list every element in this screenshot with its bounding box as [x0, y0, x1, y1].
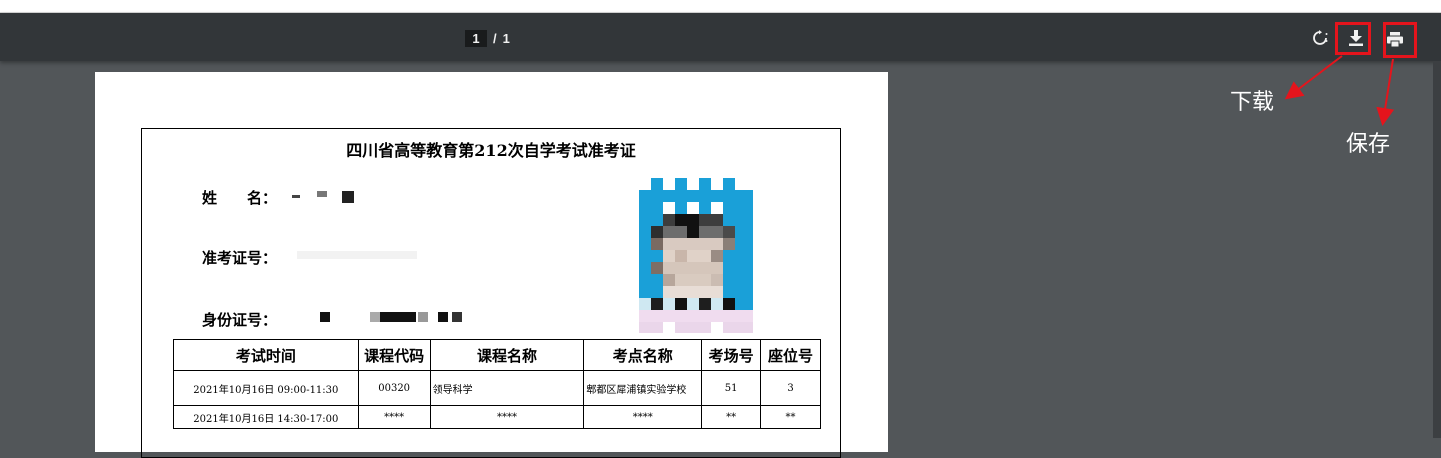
browser-top-strip: [0, 0, 1441, 13]
table-header-row: 考试时间 课程代码 课程名称 考点名称 考场号 座位号: [173, 339, 821, 371]
name-redacted-pixel: [317, 191, 327, 197]
id-redacted-pixel: [418, 312, 428, 322]
id-redacted-pixel: [452, 312, 462, 322]
download-annotation-label: 下载: [1230, 90, 1275, 115]
table-header: 考场号: [701, 339, 762, 371]
download-highlight-box: [1335, 22, 1371, 55]
table-cell: **: [701, 405, 762, 429]
table-cell: 3: [760, 370, 821, 406]
id-redacted-pixel: [380, 312, 416, 322]
name-redacted-pixel: [292, 195, 300, 198]
page-indicator: 1 / 1: [465, 29, 510, 47]
table-header: 课程名称: [429, 339, 585, 371]
page-separator: /: [493, 30, 497, 46]
pdf-toolbar: 1 / 1: [0, 13, 1441, 61]
table-header: 考点名称: [583, 339, 703, 371]
id-number-label: 身份证号：: [202, 311, 278, 329]
save-annotation-label: 保存: [1346, 132, 1391, 157]
table-cell: ****: [429, 405, 585, 429]
table-cell: ****: [583, 405, 703, 429]
table-header: 课程代码: [357, 339, 431, 371]
name-redacted-pixel: [342, 191, 354, 203]
id-redacted-pixel: [370, 312, 380, 322]
table-cell: 领导科学: [429, 370, 585, 406]
candidate-photo: [639, 178, 753, 333]
admission-ticket: 四川省高等教育第212次自学考试准考证 姓 名： 准考证号： 身份证号： 考试时…: [141, 128, 841, 458]
table-cell: ****: [357, 405, 431, 429]
ticket-number-label: 准考证号：: [202, 249, 278, 267]
ticket-number-redacted: [297, 251, 417, 259]
name-label: 姓 名：: [202, 189, 278, 207]
print-highlight-box: [1383, 22, 1417, 58]
current-page-input[interactable]: 1: [465, 29, 487, 47]
table-cell: 51: [701, 370, 762, 406]
id-redacted-pixel: [320, 312, 330, 322]
total-pages: 1: [502, 30, 510, 46]
rotate-icon[interactable]: [1310, 27, 1330, 49]
viewer-scrollbar[interactable]: [1433, 61, 1441, 438]
document-title: 四川省高等教育第212次自学考试准考证: [346, 141, 636, 160]
table-cell: 00320: [357, 370, 431, 406]
table-cell: 2021年10月16日 09:00-11:30: [173, 370, 359, 406]
table-cell: 2021年10月16日 14:30-17:00: [173, 405, 359, 429]
table-cell: **: [760, 405, 821, 429]
pdf-page: 四川省高等教育第212次自学考试准考证 姓 名： 准考证号： 身份证号： 考试时…: [95, 72, 888, 458]
table-header: 座位号: [760, 339, 821, 371]
table-row: 2021年10月16日 09:00-11:30 00320 领导科学 郫都区犀浦…: [173, 370, 821, 406]
exam-schedule-table: 考试时间 课程代码 课程名称 考点名称 考场号 座位号 2021年10月16日 …: [173, 339, 821, 429]
table-row: 2021年10月16日 14:30-17:00 **** **** **** *…: [173, 405, 821, 429]
id-redacted-pixel: [438, 312, 448, 322]
table-header: 考试时间: [173, 339, 359, 371]
table-cell: 郫都区犀浦镇实验学校: [583, 370, 703, 406]
